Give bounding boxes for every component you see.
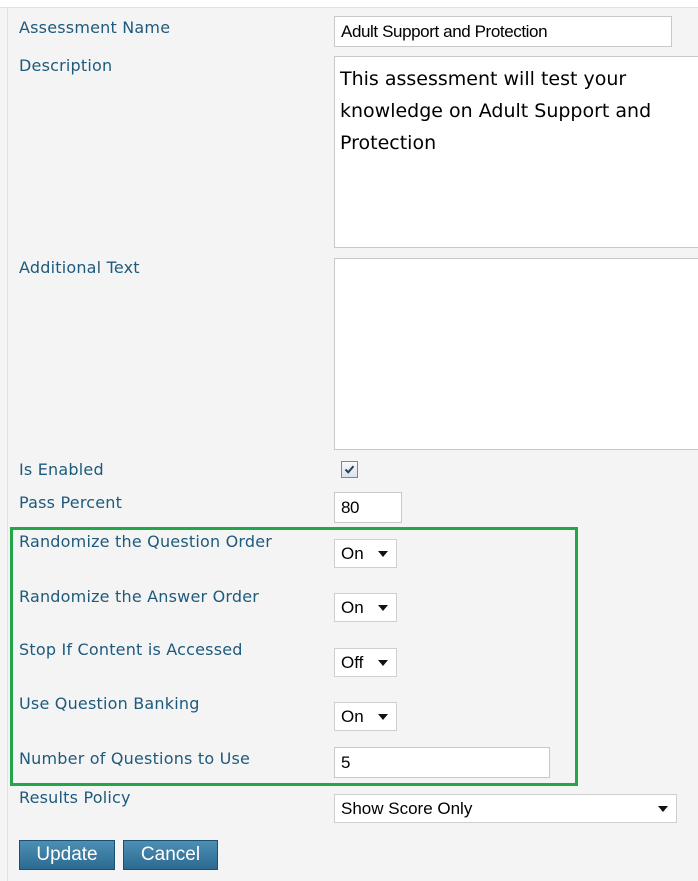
stop-if-content-accessed-select[interactable]: Off [334, 648, 397, 677]
randomize-question-order-select[interactable]: On [334, 539, 397, 568]
number-of-questions-label: Number of Questions to Use [19, 749, 251, 768]
description-textarea[interactable]: This assessment will test your knowledge… [334, 56, 698, 248]
randomize-question-order-label: Randomize the Question Order [19, 532, 273, 551]
description-label: Description [19, 56, 113, 75]
results-policy-label: Results Policy [19, 788, 131, 807]
caret-down-icon [378, 660, 388, 666]
pass-percent-input[interactable]: 80 [334, 492, 402, 523]
caret-down-icon [378, 714, 388, 720]
number-of-questions-input[interactable]: 5 [334, 747, 550, 778]
randomize-answer-order-value: On [341, 598, 364, 617]
left-border [7, 7, 8, 881]
caret-down-icon [658, 806, 668, 812]
is-enabled-checkbox[interactable] [341, 461, 358, 478]
stop-if-content-accessed-value: Off [341, 653, 364, 672]
caret-down-icon [378, 551, 388, 557]
use-question-banking-label: Use Question Banking [19, 694, 200, 713]
assessment-name-label: Assessment Name [19, 18, 171, 37]
results-policy-select[interactable]: Show Score Only [334, 794, 677, 823]
top-border [0, 0, 698, 8]
assessment-name-input[interactable]: Adult Support and Protection [334, 16, 672, 47]
randomize-answer-order-select[interactable]: On [334, 593, 397, 622]
randomize-answer-order-label: Randomize the Answer Order [19, 587, 260, 606]
randomize-question-order-value: On [341, 544, 364, 563]
use-question-banking-value: On [341, 707, 364, 726]
checkmark-icon [344, 465, 355, 474]
stop-if-content-accessed-label: Stop If Content is Accessed [19, 640, 243, 659]
update-button[interactable]: Update [19, 840, 115, 870]
additional-text-textarea[interactable] [334, 258, 698, 450]
additional-text-label: Additional Text [19, 258, 140, 277]
caret-down-icon [378, 605, 388, 611]
cancel-button[interactable]: Cancel [123, 840, 218, 870]
is-enabled-label: Is Enabled [19, 460, 104, 479]
pass-percent-label: Pass Percent [19, 493, 123, 512]
results-policy-value: Show Score Only [341, 799, 473, 818]
use-question-banking-select[interactable]: On [334, 702, 397, 731]
